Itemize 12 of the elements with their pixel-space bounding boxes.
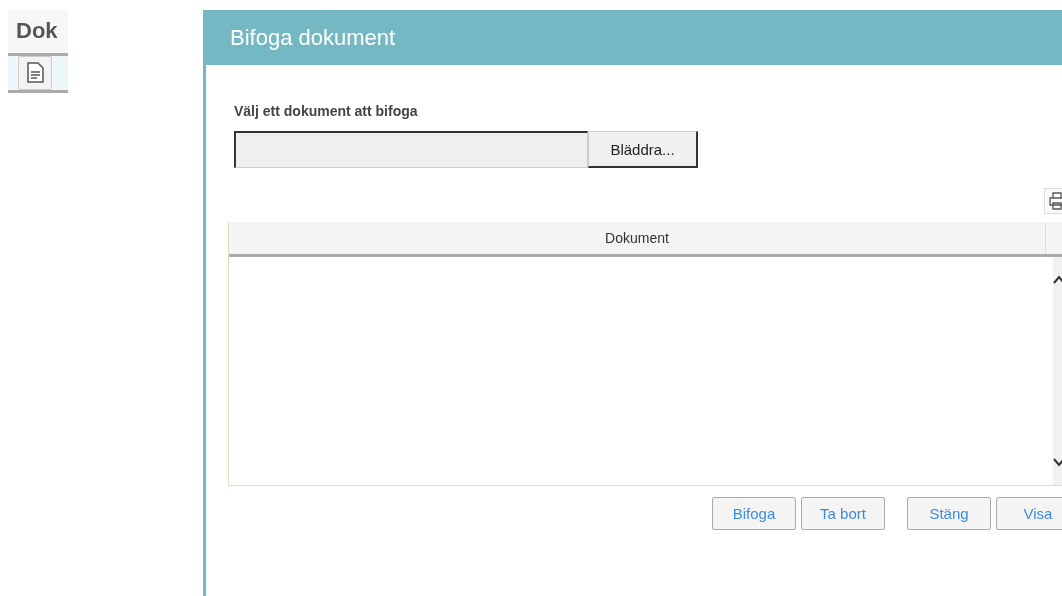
document-button[interactable] (18, 56, 52, 90)
printer-icon (1048, 192, 1062, 210)
panel-title: Dok (8, 10, 68, 56)
action-button[interactable]: Bifoga (712, 497, 796, 530)
file-field[interactable] (234, 131, 588, 168)
action-button[interactable]: Stäng (907, 497, 991, 530)
action-button[interactable]: Visa (996, 497, 1062, 530)
file-label: Välj ett dokument att bifoga (234, 103, 419, 119)
document-icon (26, 62, 44, 84)
browse-button[interactable]: Bläddra... (588, 131, 698, 168)
dialog-title: Bifoga dokument (206, 10, 1062, 65)
action-button[interactable]: Ta bort (801, 497, 885, 530)
